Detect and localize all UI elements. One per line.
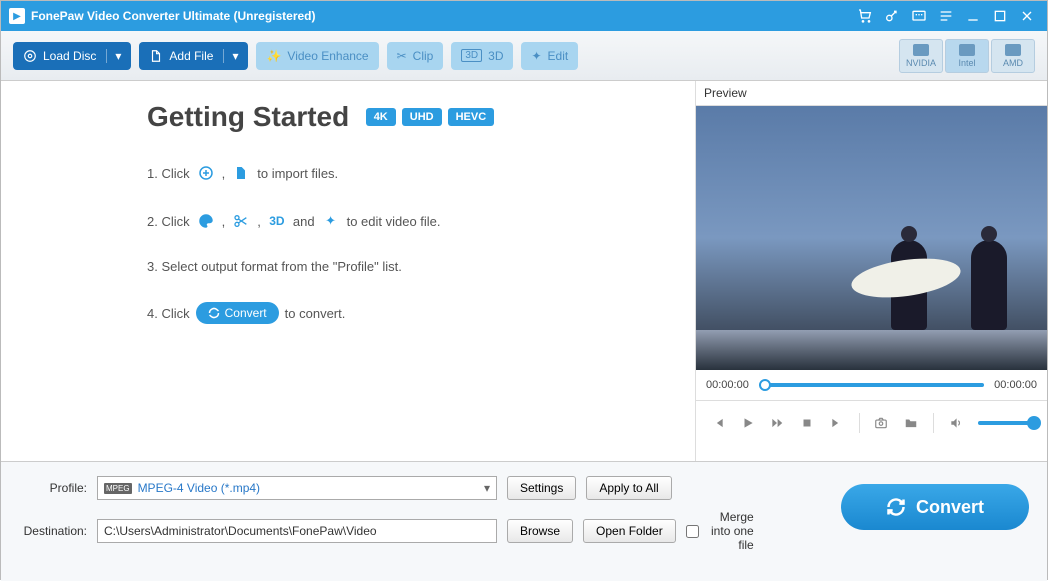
video-enhance-label: Video Enhance	[287, 49, 368, 63]
player-controls	[696, 400, 1047, 444]
open-folder-button[interactable]: Open Folder	[583, 519, 676, 543]
sparkle-icon: ✦	[531, 49, 541, 63]
add-circle-icon	[196, 163, 216, 183]
menu-icon[interactable]	[934, 4, 958, 28]
badge-4k: 4K	[366, 108, 396, 126]
preview-label: Preview	[696, 81, 1047, 106]
merge-checkbox[interactable]: Merge into one file	[686, 510, 754, 552]
minimize-icon[interactable]	[961, 4, 985, 28]
three-d-icon: 3D	[461, 49, 482, 62]
app-logo-icon: ▶	[9, 8, 25, 24]
destination-label: Destination:	[19, 524, 87, 538]
prev-button[interactable]	[706, 411, 730, 435]
window-title: FonePaw Video Converter Ultimate (Unregi…	[31, 9, 850, 23]
destination-input[interactable]	[97, 519, 497, 543]
convert-label: Convert	[916, 497, 984, 518]
chevron-down-icon: ▾	[484, 481, 490, 495]
badge-hevc: HEVC	[448, 108, 495, 126]
edit-label: Edit	[548, 49, 569, 63]
preview-panel: Preview 00:00:00 00:00:00	[695, 81, 1047, 461]
clip-button[interactable]: ✂ Clip	[387, 42, 444, 70]
merge-label: Merge into one file	[704, 510, 754, 552]
three-d-button[interactable]: 3D 3D	[451, 42, 513, 70]
time-end: 00:00:00	[994, 379, 1037, 391]
settings-button[interactable]: Settings	[507, 476, 576, 500]
load-disc-label: Load Disc	[43, 49, 96, 63]
step-2: 2. Click , , 3D and ✦ to edit video file…	[147, 211, 665, 231]
convert-button[interactable]: Convert	[841, 484, 1029, 530]
apply-all-button[interactable]: Apply to All	[586, 476, 671, 500]
add-file-label: Add File	[169, 49, 213, 63]
palette-icon	[196, 211, 216, 231]
file-icon	[231, 163, 251, 183]
message-icon[interactable]	[907, 4, 931, 28]
convert-badge: Convert	[196, 302, 279, 324]
next-button[interactable]	[825, 411, 849, 435]
edit-button[interactable]: ✦ Edit	[521, 42, 578, 70]
profile-value: MPEG-4 Video (*.mp4)	[138, 481, 261, 495]
main-area: Getting Started 4K UHD HEVC 1. Click , t…	[1, 81, 1047, 461]
gpu-intel[interactable]: Intel	[945, 39, 989, 73]
clip-label: Clip	[413, 49, 434, 63]
step-4: 4. Click Convert to convert.	[147, 302, 665, 324]
gpu-selector: NVIDIA Intel AMD	[899, 39, 1035, 73]
merge-checkbox-input[interactable]	[686, 525, 699, 538]
stop-button[interactable]	[795, 411, 819, 435]
nvidia-icon	[913, 44, 929, 56]
time-start: 00:00:00	[706, 379, 749, 391]
step-3: 3. Select output format from the "Profil…	[147, 259, 665, 274]
folder-button[interactable]	[899, 411, 923, 435]
timeline: 00:00:00 00:00:00	[696, 370, 1047, 400]
snapshot-button[interactable]	[870, 411, 894, 435]
profile-label: Profile:	[19, 481, 87, 495]
amd-icon	[1005, 44, 1021, 56]
step-1: 1. Click , to import files.	[147, 163, 665, 183]
profile-select[interactable]: MPEG MPEG-4 Video (*.mp4) ▾	[97, 476, 497, 500]
preview-image	[696, 106, 1047, 370]
bottom-bar: Profile: MPEG MPEG-4 Video (*.mp4) ▾ Set…	[1, 461, 1047, 581]
volume-slider[interactable]	[978, 421, 1037, 425]
getting-started-panel: Getting Started 4K UHD HEVC 1. Click , t…	[1, 81, 695, 461]
load-disc-button[interactable]: Load Disc ▾	[13, 42, 131, 70]
close-icon[interactable]	[1015, 4, 1039, 28]
maximize-icon[interactable]	[988, 4, 1012, 28]
intel-icon	[959, 44, 975, 56]
volume-icon[interactable]	[944, 411, 968, 435]
toolbar: Load Disc ▾ Add File ▾ ✨ Video Enhance ✂…	[1, 31, 1047, 81]
seek-slider[interactable]	[759, 383, 984, 387]
format-badges: 4K UHD HEVC	[366, 108, 494, 126]
add-file-button[interactable]: Add File ▾	[139, 42, 248, 70]
video-enhance-button[interactable]: ✨ Video Enhance	[256, 42, 378, 70]
scissors-icon: ✂	[397, 49, 407, 63]
gpu-nvidia[interactable]: NVIDIA	[899, 39, 943, 73]
sparkle-small-icon: ✦	[321, 211, 341, 231]
browse-button[interactable]: Browse	[507, 519, 573, 543]
badge-uhd: UHD	[402, 108, 442, 126]
getting-started-heading: Getting Started	[147, 101, 349, 133]
key-icon[interactable]	[880, 4, 904, 28]
scissors-icon	[231, 211, 251, 231]
chevron-down-icon: ▾	[223, 49, 238, 63]
chevron-down-icon: ▾	[106, 49, 121, 63]
gpu-amd[interactable]: AMD	[991, 39, 1035, 73]
three-d-label: 3D	[488, 49, 503, 63]
play-button[interactable]	[736, 411, 760, 435]
cart-icon[interactable]	[853, 4, 877, 28]
mpeg-icon: MPEG	[104, 483, 132, 494]
wand-icon: ✨	[266, 49, 281, 63]
titlebar: ▶ FonePaw Video Converter Ultimate (Unre…	[1, 1, 1047, 31]
three-d-small-icon: 3D	[267, 211, 287, 231]
fast-forward-button[interactable]	[765, 411, 789, 435]
